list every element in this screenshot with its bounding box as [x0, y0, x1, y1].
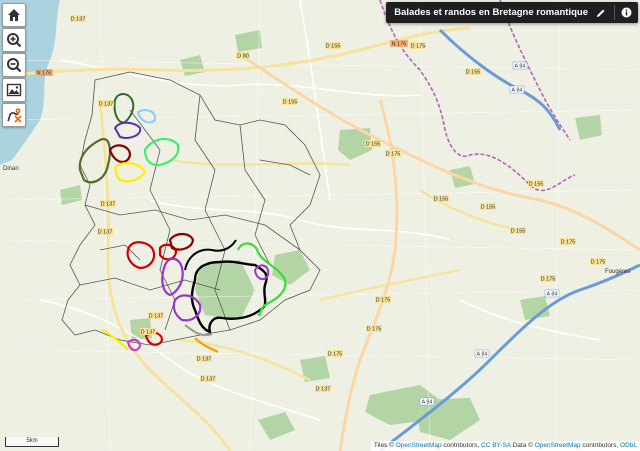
svg-text:A 84: A 84: [511, 88, 522, 94]
map-canvas[interactable]: N 176 D 80 N 176 D 137 D 155 A 84 D 175 …: [0, 0, 640, 451]
place-label: Fougères: [605, 269, 630, 275]
svg-text:D 137: D 137: [197, 357, 212, 363]
svg-text:A 84: A 84: [514, 64, 525, 70]
svg-text:D 175: D 175: [541, 277, 556, 283]
road-label: D 175: [366, 325, 382, 333]
svg-text:D 175: D 175: [386, 152, 401, 158]
info-icon[interactable]: [621, 7, 632, 18]
road-label: D 137: [200, 375, 216, 383]
road-label: D 137: [315, 385, 331, 393]
tracks-button[interactable]: [2, 103, 26, 127]
svg-text:D 137: D 137: [71, 17, 86, 23]
svg-text:D 175: D 175: [376, 298, 391, 304]
road-label: A 84: [419, 397, 435, 406]
road-label: D 175: [560, 238, 576, 246]
svg-text:D 137: D 137: [316, 387, 331, 393]
svg-text:D 137: D 137: [149, 314, 164, 320]
svg-text:D 155: D 155: [511, 229, 526, 235]
attribution: Tiles © OpenStreetMap contributors, CC B…: [370, 441, 640, 451]
svg-text:D 175: D 175: [561, 240, 576, 246]
osm-link[interactable]: OpenStreetMap: [396, 442, 442, 449]
road-label: D 175: [385, 150, 401, 158]
road-label: D 175: [375, 296, 391, 304]
svg-text:D 137: D 137: [141, 330, 156, 336]
road-label: D 155: [433, 195, 449, 203]
layers-button[interactable]: [2, 78, 26, 102]
svg-text:N 176: N 176: [392, 42, 407, 48]
road-label: D 175: [590, 258, 606, 266]
osm-data-link[interactable]: OpenStreetMap: [535, 442, 581, 449]
road-label: D 155: [465, 68, 481, 76]
road-label: A 84: [544, 289, 560, 298]
image-layers-icon: [6, 82, 22, 98]
road-label: A 84: [512, 61, 528, 70]
road-label: D 137: [148, 312, 164, 320]
svg-text:D 137: D 137: [98, 230, 113, 236]
road-label: D 175: [410, 42, 426, 50]
route-tracks-icon: [6, 107, 22, 123]
svg-text:N 176: N 176: [37, 71, 52, 77]
zoom-out-icon: [6, 57, 22, 73]
attribution-contrib: contributors,: [443, 442, 480, 449]
road-label: D 137: [100, 200, 116, 208]
svg-text:A 84: A 84: [476, 352, 487, 358]
scale-bar: 5km: [5, 437, 59, 447]
road-label: D 155: [480, 203, 496, 211]
road-label: D 137: [140, 328, 156, 336]
title-separator: [614, 5, 615, 20]
road-label: D 137: [196, 355, 212, 363]
svg-text:D 155: D 155: [481, 205, 496, 211]
road-label: D 155: [528, 180, 544, 188]
road-label: D 175: [327, 350, 343, 358]
odbl-link[interactable]: ODbL: [620, 442, 637, 449]
svg-text:D 175: D 175: [591, 260, 606, 266]
zoom-out-button[interactable]: [2, 53, 26, 77]
svg-text:D 137: D 137: [101, 202, 116, 208]
map-title: Balades et randos en Bretagne romantique: [394, 7, 588, 18]
home-icon: [6, 7, 22, 23]
svg-text:D 155: D 155: [529, 182, 544, 188]
scale-label: 5km: [26, 438, 38, 444]
road-label: D 155: [325, 42, 341, 50]
attribution-tiles: Tiles ©: [373, 442, 394, 449]
road-label: A 84: [509, 85, 525, 94]
svg-text:D 175: D 175: [328, 352, 343, 358]
road-label: D 137: [98, 100, 114, 108]
svg-text:D 155: D 155: [283, 100, 298, 106]
road-label: D 155: [282, 98, 298, 106]
svg-text:D 155: D 155: [326, 44, 341, 50]
svg-text:D 137: D 137: [99, 102, 114, 108]
svg-text:D 155: D 155: [366, 142, 381, 148]
road-label: D 137: [70, 15, 86, 23]
place-label: Dinan: [3, 166, 19, 172]
map-title-bar: Balades et randos en Bretagne romantique: [386, 2, 638, 23]
svg-text:D 137: D 137: [201, 377, 216, 383]
svg-text:A 84: A 84: [421, 400, 432, 406]
road-label: N 176: [390, 40, 408, 48]
svg-text:D 80: D 80: [237, 54, 249, 60]
svg-text:D 155: D 155: [466, 70, 481, 76]
edit-pencil-icon[interactable]: [596, 8, 606, 18]
road-label: D 155: [365, 140, 381, 148]
zoom-in-icon: [6, 32, 22, 48]
svg-text:D 155: D 155: [434, 197, 449, 203]
svg-text:D 175: D 175: [411, 44, 426, 50]
road-label: A 84: [474, 349, 490, 358]
svg-text:A 84: A 84: [546, 292, 557, 298]
license-link[interactable]: CC BY-SA: [481, 442, 511, 449]
attribution-data: Data ©: [512, 442, 533, 449]
attribution-contrib-2: contributors,: [582, 442, 619, 449]
zoom-in-button[interactable]: [2, 28, 26, 52]
road-label: D 80: [236, 52, 250, 60]
road-label: D 175: [540, 275, 556, 283]
road-label: D 155: [510, 227, 526, 235]
svg-text:D 175: D 175: [367, 327, 382, 333]
road-label: D 137: [97, 228, 113, 236]
home-button[interactable]: [2, 3, 26, 27]
road-label: N 176: [35, 69, 53, 77]
